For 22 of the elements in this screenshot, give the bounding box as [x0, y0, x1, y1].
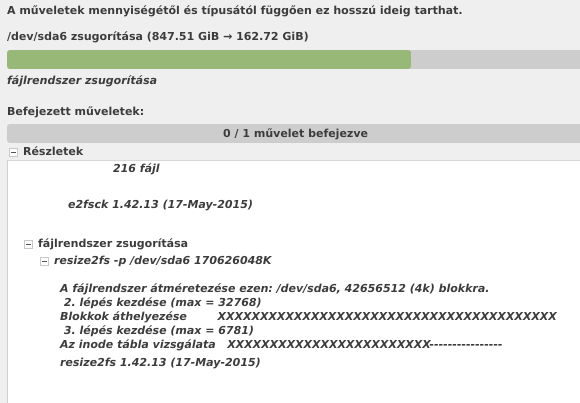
completed-label: Befejezett műveletek: — [7, 105, 146, 119]
tree-node-label[interactable]: fájlrendszer zsugorítása — [38, 237, 188, 251]
log-line: 2. lépés kezdése (max = 32768) — [62, 296, 263, 310]
log-line: Az inode tábla vizsgálata XXXXXXXXXXXXXXXXXXXXXXXX---------------- — [60, 338, 504, 352]
log-line: 216 fájl — [113, 162, 161, 176]
step-text: fájlrendszer zsugorítása — [7, 74, 158, 88]
log-line: resize2fs 1.42.13 (17-May-2015) — [60, 356, 262, 370]
log-line: A fájlrendszer átméretezése ezen: /dev/sda6, 42656512 (4k) blokkra. — [60, 282, 490, 296]
log-line: 3. lépés kezdése (max = 6781) — [62, 324, 255, 338]
tree-node-label[interactable]: resize2fs -p /dev/sda6 170626048K — [54, 254, 272, 268]
collapse-toggle[interactable] — [9, 148, 18, 156]
minus-icon — [42, 258, 47, 264]
progress-reading: 0 / 1 művelet befejezve — [223, 126, 368, 140]
notice-text: A műveletek mennyiségétől és típusától függően ez hosszú ideig tarthat. — [7, 4, 464, 18]
minus-icon — [11, 150, 16, 154]
log-line: e2fsck 1.42.13 (17-May-2015) — [68, 198, 254, 212]
collapse-toggle[interactable] — [40, 256, 49, 266]
collapse-toggle[interactable] — [24, 240, 33, 248]
operation-title: /dev/sda6 zsugorítása (847.51 GiB → 162.72 GiB) — [7, 30, 310, 44]
minus-icon — [26, 242, 31, 246]
details-label[interactable]: Részletek — [23, 145, 84, 159]
log-line: Blokkok áthelyezése XXXXXXXXXXXXXXXXXXXXXXXXXXXXXXXXXXXXXXXX — [60, 310, 558, 324]
